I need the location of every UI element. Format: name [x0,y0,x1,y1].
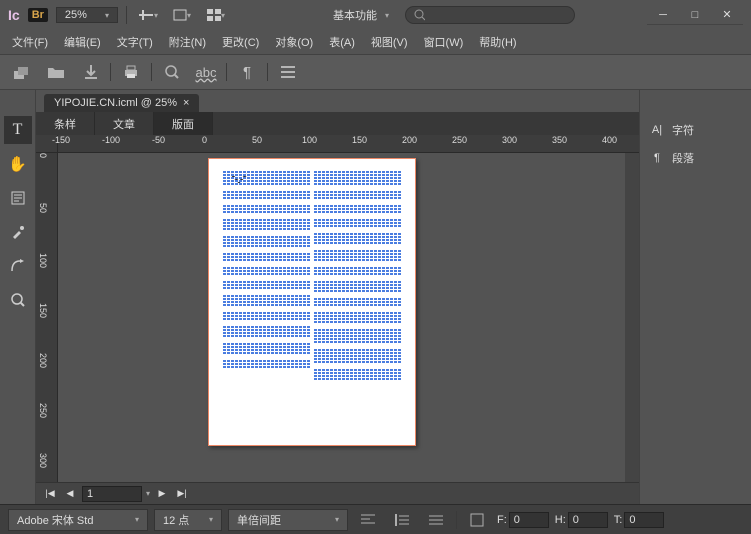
prev-page-button[interactable]: ◀ [62,486,78,502]
next-page-button[interactable]: ▶ [154,486,170,502]
menu-帮助[interactable]: 帮助(H) [471,31,524,53]
document-tab[interactable]: YIPOJIE.CN.icml @ 25%× [44,94,199,112]
menu-视图[interactable]: 视图(V) [363,31,416,53]
workspace-select[interactable]: 基本功能▾ [325,5,397,25]
zoom-tool[interactable] [4,286,32,314]
canvas[interactable] [58,153,639,482]
view-options-icon[interactable]: ▾ [135,4,161,26]
note-tool[interactable] [4,184,32,212]
panel-1[interactable]: ¶段落 [640,144,751,172]
menu-文件[interactable]: 文件(F) [4,31,56,53]
measure-tool[interactable] [4,252,32,280]
panel-icon: A| [650,124,664,136]
leading-select[interactable]: 单倍间距▾ [228,509,348,531]
page-number-input[interactable] [82,486,142,502]
sub-tab-0[interactable]: 条样 [36,112,95,136]
open-icon[interactable] [42,58,70,86]
find-icon[interactable] [158,58,186,86]
type-tool[interactable]: T [4,116,32,144]
divider [126,6,127,24]
t-field[interactable]: T: [614,512,665,528]
close-button[interactable]: ✕ [711,5,743,25]
sub-tab-1[interactable]: 文章 [95,112,154,136]
search-icon [414,9,425,21]
last-page-button[interactable]: ▶| [174,486,190,502]
font-size-select[interactable]: 12 点▾ [154,509,222,531]
panel-0[interactable]: A|字符 [640,116,751,144]
chevron-down-icon: ▾ [105,11,109,20]
h-field[interactable]: H: [555,512,608,528]
pilcrow-icon[interactable]: ¶ [233,58,261,86]
menu-icon[interactable] [274,58,302,86]
menu-文字[interactable]: 文字(T) [109,31,161,53]
eyedropper-tool[interactable] [4,218,32,246]
stack-icon[interactable] [8,58,36,86]
screen-mode-icon[interactable]: ▾ [169,4,195,26]
search-box[interactable] [405,6,575,24]
indent-icon[interactable] [388,506,416,534]
frame-icon[interactable] [463,506,491,534]
minimize-button[interactable]: ─ [647,5,679,25]
menu-更改[interactable]: 更改(C) [214,31,267,53]
save-icon[interactable] [76,58,104,86]
menu-表[interactable]: 表(A) [321,31,363,53]
first-page-button[interactable]: |◀ [42,486,58,502]
sub-tab-2[interactable]: 版面 [154,112,213,136]
app-logo: Ic [8,7,20,23]
menu-窗口[interactable]: 窗口(W) [416,31,472,53]
panel-icon: ¶ [650,152,664,164]
bridge-badge[interactable]: Br [28,8,48,22]
arrange-icon[interactable]: ▾ [203,4,229,26]
f-field[interactable]: F: [497,512,549,528]
font-family-select[interactable]: Adobe 宋体 Std▾ [8,509,148,531]
maximize-button[interactable]: □ [679,5,711,25]
menu-编辑[interactable]: 编辑(E) [56,31,109,53]
list-icon[interactable] [422,506,450,534]
hand-tool[interactable]: ✋ [4,150,32,178]
spellcheck-icon[interactable]: abc [192,58,220,86]
zoom-select[interactable]: 25%▾ [56,7,118,23]
page[interactable] [208,158,416,446]
vertical-scrollbar[interactable] [625,153,639,482]
menu-对象[interactable]: 对象(O) [267,31,321,53]
close-tab-icon[interactable]: × [183,97,189,109]
align-left-icon[interactable] [354,506,382,534]
print-icon[interactable] [117,58,145,86]
menu-附注[interactable]: 附注(N) [161,31,214,53]
search-input[interactable] [431,9,566,21]
